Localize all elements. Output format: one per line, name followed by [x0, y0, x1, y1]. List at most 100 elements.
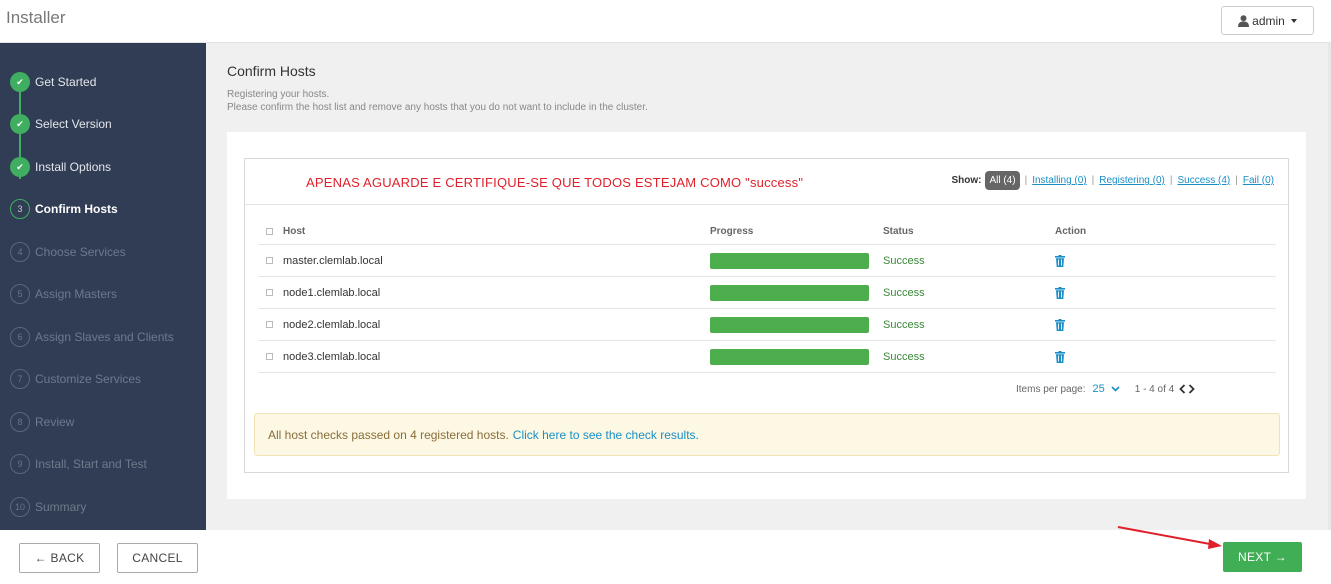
divider: | [1024, 175, 1028, 186]
table-header: Host Progress Status Action [258, 218, 1276, 245]
column-progress: Progress [710, 225, 754, 237]
step-label: Summary [35, 500, 87, 514]
filter-registering[interactable]: Registering (0) [1099, 175, 1165, 186]
step-number: 5 [10, 284, 30, 304]
host-name: node1.clemlab.local [283, 286, 381, 299]
top-bar: Installer admin [0, 0, 1331, 43]
back-button[interactable]: ← BACK [19, 543, 100, 573]
host-status[interactable]: Success [883, 277, 925, 308]
check-icon: ✔ [10, 157, 30, 177]
step-choose-services: 4 Choose Services [0, 231, 206, 273]
row-checkbox[interactable] [266, 257, 273, 264]
progress-bar [710, 348, 869, 365]
table-row: node2.clemlab.local Success [258, 309, 1276, 341]
row-checkbox[interactable] [266, 321, 273, 328]
trash-icon [1055, 286, 1065, 299]
progress-bar [710, 252, 869, 269]
cancel-button[interactable]: CANCEL [117, 543, 198, 573]
divider: | [1235, 175, 1238, 186]
caret-down-icon [1290, 18, 1297, 23]
user-icon [1238, 14, 1250, 27]
page-range: 1 - 4 of 4 [1134, 383, 1175, 395]
main-content: Confirm Hosts Registering your hosts. Pl… [206, 43, 1328, 530]
chevron-left-icon[interactable] [1179, 384, 1186, 394]
step-number: 7 [10, 369, 30, 389]
step-confirm-hosts[interactable]: 3 Confirm Hosts [0, 188, 206, 230]
step-label: Choose Services [35, 245, 126, 259]
remove-host-button[interactable] [1055, 277, 1065, 308]
step-number: 10 [10, 497, 30, 517]
next-button[interactable]: NEXT → [1223, 542, 1302, 572]
step-label: Assign Slaves and Clients [35, 330, 174, 344]
show-label: Show: [951, 175, 982, 186]
remove-host-button[interactable] [1055, 309, 1065, 340]
step-label: Assign Masters [35, 287, 118, 301]
remove-host-button[interactable] [1055, 245, 1065, 276]
annotation-text: APENAS AGUARDE E CERTIFIQUE-SE QUE TODOS… [306, 175, 804, 190]
red-arrow-annotation [1117, 526, 1222, 549]
step-get-started[interactable]: ✔ Get Started [0, 61, 206, 103]
step-assign-slaves: 6 Assign Slaves and Clients [0, 316, 206, 358]
chevron-down-icon[interactable] [1111, 386, 1120, 392]
page-title: Confirm Hosts [227, 63, 316, 79]
pagination: Items per page: 25 1 - 4 of 4 [1016, 383, 1195, 395]
row-checkbox[interactable] [266, 353, 273, 360]
filter-success[interactable]: Success (4) [1177, 175, 1230, 186]
user-menu-button[interactable]: admin [1221, 6, 1314, 35]
step-install-start-test: 9 Install, Start and Test [0, 443, 206, 485]
step-label: Review [35, 415, 75, 429]
step-summary: 10 Summary [0, 486, 206, 528]
column-host[interactable]: Host [283, 218, 305, 244]
page-description: Please confirm the host list and remove … [227, 102, 648, 113]
step-install-options[interactable]: ✔ Install Options [0, 146, 206, 188]
table-row: master.clemlab.local Success [258, 245, 1276, 277]
step-number: 4 [10, 242, 30, 262]
step-label: Customize Services [35, 372, 142, 386]
host-name: node3.clemlab.local [283, 350, 381, 363]
step-select-version[interactable]: ✔ Select Version [0, 103, 206, 145]
step-assign-masters: 5 Assign Masters [0, 273, 206, 315]
table-row: node1.clemlab.local Success [258, 277, 1276, 309]
chevron-right-icon[interactable] [1188, 384, 1195, 394]
check-results-link[interactable]: Click here to see the check results. [513, 428, 699, 442]
hosts-panel: APENAS AGUARDE E CERTIFIQUE-SE QUE TODOS… [244, 158, 1289, 473]
step-number: 6 [10, 327, 30, 347]
page-subtitle: Registering your hosts. [227, 89, 330, 100]
step-number: 8 [10, 412, 30, 432]
host-status[interactable]: Success [883, 245, 925, 276]
user-name: admin [1252, 13, 1285, 28]
items-per-page-label: Items per page: [1016, 383, 1086, 395]
table-row: node3.clemlab.local Success [258, 341, 1276, 373]
trash-icon [1055, 254, 1065, 267]
check-icon: ✔ [10, 72, 30, 92]
trash-icon [1055, 350, 1065, 363]
wizard-sidebar: ✔ Get Started ✔ Select Version ✔ Install… [0, 43, 206, 530]
items-per-page-select[interactable]: 25 [1092, 383, 1104, 395]
row-checkbox[interactable] [266, 289, 273, 296]
host-filter-bar: Show: All (4) | Installing (0) | Registe… [951, 171, 1274, 190]
step-number: 3 [10, 199, 30, 219]
select-all-checkbox[interactable] [266, 227, 273, 235]
step-label: Install, Start and Test [35, 457, 147, 471]
step-label: Confirm Hosts [35, 202, 118, 216]
content-card: APENAS AGUARDE E CERTIFIQUE-SE QUE TODOS… [227, 132, 1306, 499]
column-status[interactable]: Status [883, 218, 914, 244]
host-status[interactable]: Success [883, 341, 925, 372]
filter-all[interactable]: All (4) [985, 171, 1020, 190]
step-label: Get Started [35, 75, 97, 89]
progress-bar [710, 316, 869, 333]
step-label: Select Version [35, 117, 112, 131]
filter-fail[interactable]: Fail (0) [1243, 175, 1274, 186]
host-status[interactable]: Success [883, 309, 925, 340]
host-check-alert: All host checks passed on 4 registered h… [254, 413, 1280, 456]
step-customize-services: 7 Customize Services [0, 358, 206, 400]
step-review: 8 Review [0, 401, 206, 443]
divider: | [1091, 175, 1095, 186]
remove-host-button[interactable] [1055, 341, 1065, 372]
panel-header: APENAS AGUARDE E CERTIFIQUE-SE QUE TODOS… [245, 159, 1288, 205]
app-title: Installer [6, 8, 66, 27]
host-name: node2.clemlab.local [283, 318, 381, 331]
column-action: Action [1055, 225, 1087, 237]
check-icon: ✔ [10, 114, 30, 134]
filter-installing[interactable]: Installing (0) [1032, 175, 1086, 186]
